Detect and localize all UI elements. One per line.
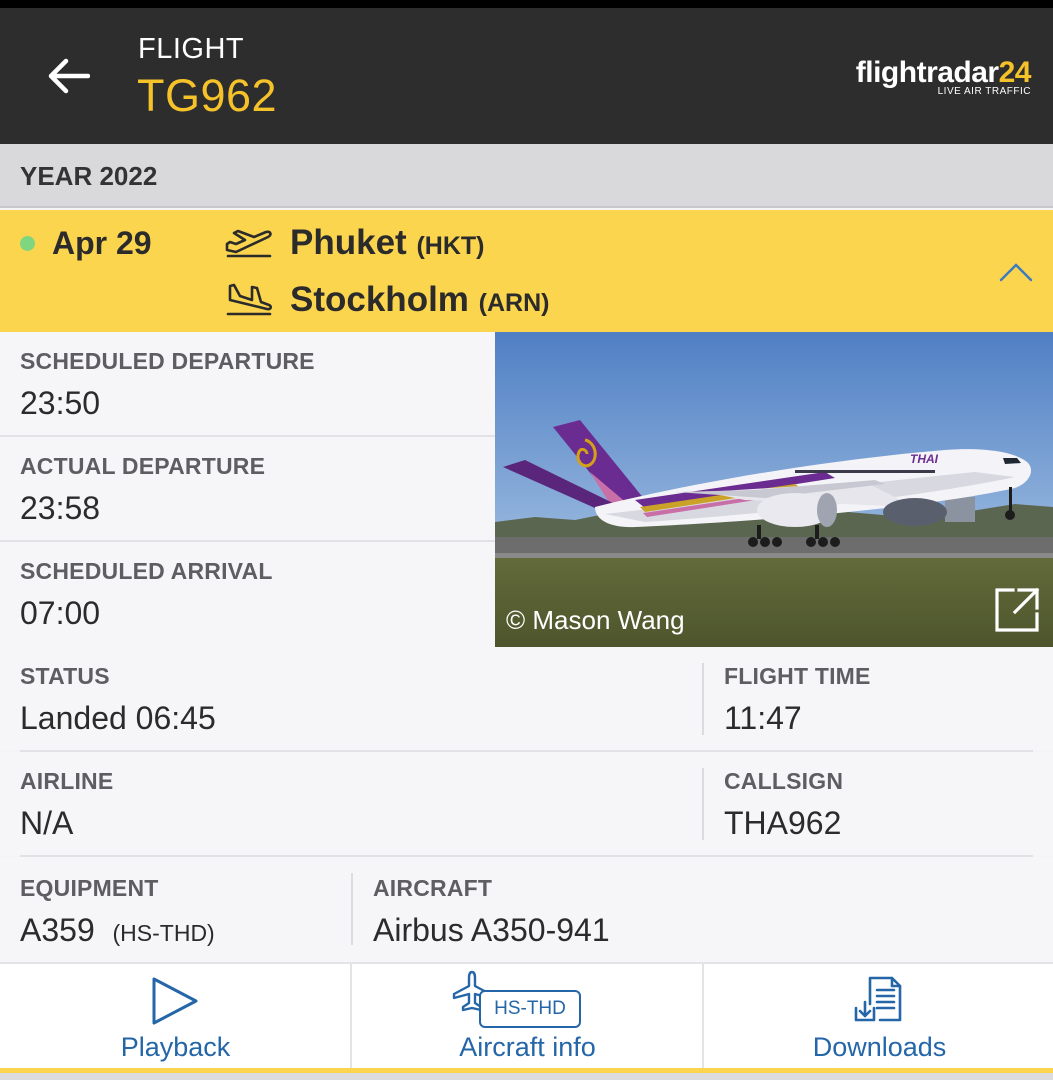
year-label: YEAR 2022 [20,161,158,191]
playback-button[interactable]: Playback [0,964,351,1070]
action-bar: Playback HS-THD Aircraft info Downloads [0,962,1053,1070]
takeoff-icon [225,229,272,258]
livery-text: THAI [910,452,939,466]
live-status-dot [20,236,35,251]
flight-time-label: FLIGHT TIME [724,663,871,689]
playback-label: Playback [120,1032,231,1062]
back-button[interactable] [36,44,100,108]
flight-time-value: 11:47 [724,700,802,736]
logo-number: 24 [998,56,1032,89]
scheduled-departure-cell: SCHEDULED DEPARTURE 23:50 [0,332,495,436]
badge-text: HS-THD [494,998,566,1019]
chevron-up-icon[interactable] [998,260,1034,284]
status-bar [0,0,1053,8]
scheduled-departure-value: 23:50 [20,385,101,421]
next-row-peek [0,1073,1053,1080]
aircraft-label: AIRCRAFT [373,875,493,901]
divider [702,768,704,840]
equipment-registration: (HS-THD) [112,920,215,946]
aircraft-info-label: Aircraft info [459,1032,596,1062]
callsign-value: THA962 [724,805,842,841]
aircraft-photo-image: THAI [495,332,1053,647]
equipment-type: A359 [20,912,95,948]
departure-airport: Phuket (HKT) [290,223,484,263]
scheduled-arrival-value: 07:00 [20,595,101,631]
equipment-value: A359 (HS-THD) [20,912,215,949]
header-label: FLIGHT [138,33,245,65]
arrival-code: (ARN) [478,289,550,317]
departure-city: Phuket [290,223,407,262]
actual-departure-label: ACTUAL DEPARTURE [20,453,266,479]
download-icon [854,976,902,1022]
aircraft-value: Airbus A350-941 [373,912,610,948]
departure-code: (HKT) [416,232,485,260]
scheduled-departure-label: SCHEDULED DEPARTURE [20,348,315,374]
arrival-airport: Stockholm (ARN) [290,280,549,320]
airline-value: N/A [20,805,74,841]
aircraft-info-button[interactable]: HS-THD Aircraft info [352,964,703,1070]
airline-row: AIRLINE N/A CALLSIGN THA962 [0,752,1053,856]
landing-icon [226,283,273,316]
downloads-button[interactable]: Downloads [704,964,1053,1070]
flight-date: Apr 29 [52,225,152,261]
arrival-city: Stockholm [290,280,469,319]
aircraft-registration-badge: HS-THD [479,990,581,1028]
play-icon [152,977,198,1025]
scheduled-arrival-cell: SCHEDULED ARRIVAL 07:00 [0,542,495,647]
actual-departure-value: 23:58 [20,490,101,526]
app-header: FLIGHT TG962 flightradar24 LIVE AIR TRAF… [0,8,1053,144]
airline-label: AIRLINE [20,768,114,794]
downloads-label: Downloads [812,1032,947,1062]
photo-credit: © Mason Wang [506,605,685,635]
status-value: Landed 06:45 [20,700,216,736]
year-section-header: YEAR 2022 [0,144,1053,208]
equipment-label: EQUIPMENT [20,875,159,901]
divider [702,663,704,735]
flight-number: TG962 [137,70,278,121]
callsign-label: CALLSIGN [724,768,844,794]
expand-icon[interactable] [993,586,1041,634]
equipment-row: EQUIPMENT A359 (HS-THD) AIRCRAFT Airbus … [0,857,1053,962]
aircraft-photo[interactable]: THAI © Mason Wang [495,332,1053,647]
arrow-left-icon [48,58,90,94]
status-row: STATUS Landed 06:45 FLIGHT TIME 11:47 [0,647,1053,750]
divider [351,873,353,945]
logo-text: flightradar [855,56,999,89]
flightradar24-logo: flightradar24 LIVE AIR TRAFFIC [855,56,1032,98]
scheduled-arrival-label: SCHEDULED ARRIVAL [20,558,273,584]
actual-departure-cell: ACTUAL DEPARTURE 23:58 [0,437,495,541]
status-label: STATUS [20,663,110,689]
